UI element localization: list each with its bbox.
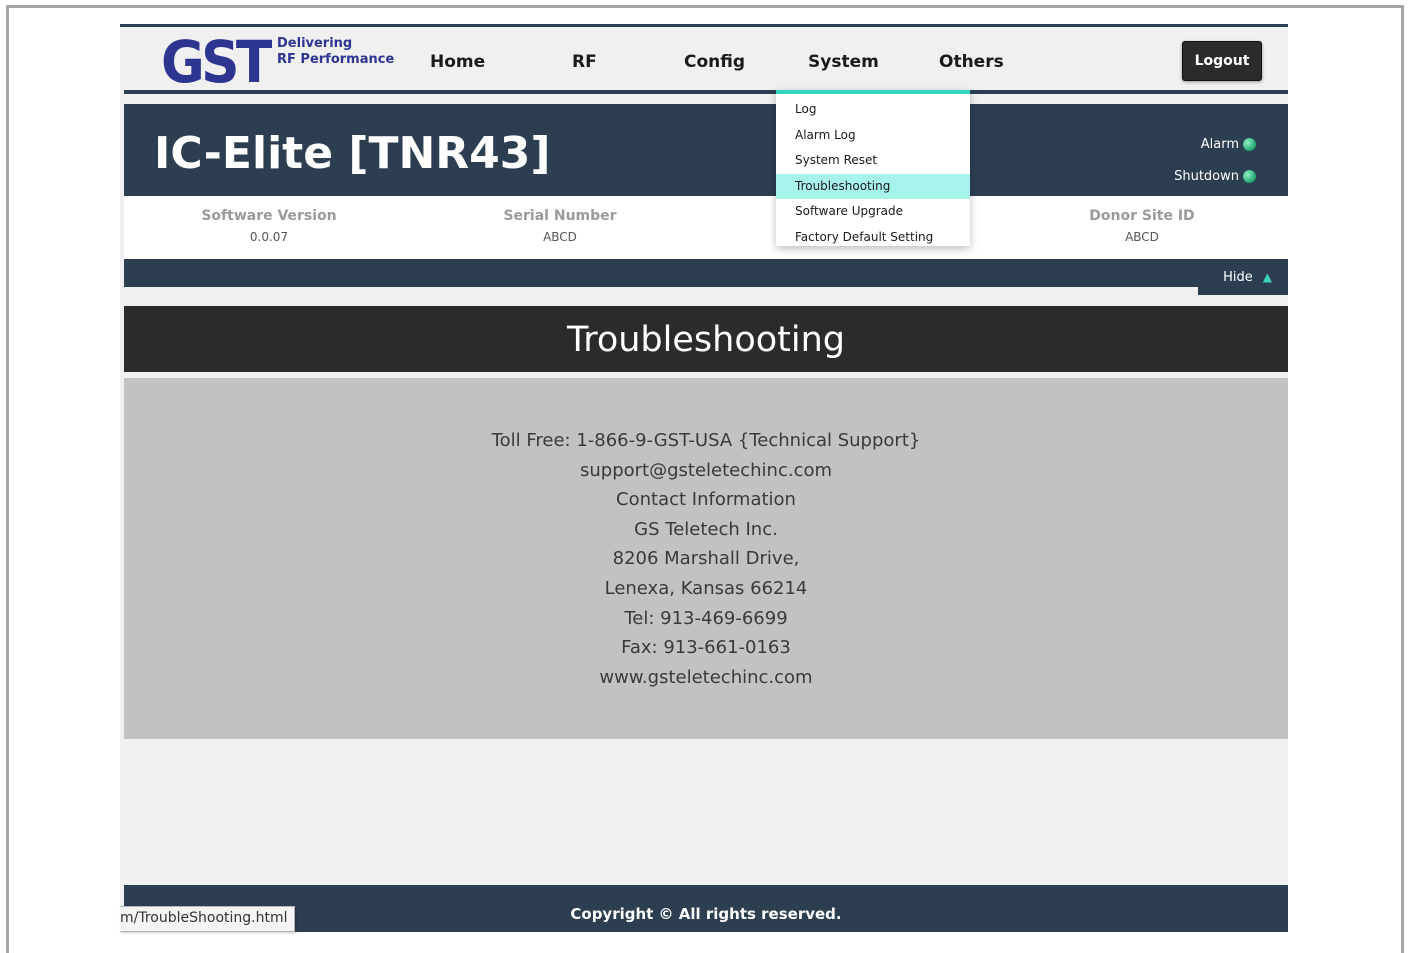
shutdown-status: Shutdown <box>1174 169 1256 184</box>
nav-home[interactable]: Home <box>430 52 485 72</box>
serial-number-label: Serial Number <box>503 208 617 224</box>
alarm-label: Alarm <box>1200 137 1239 152</box>
hide-label: Hide <box>1223 269 1253 285</box>
nav-underline <box>124 90 1288 94</box>
alarm-status: Alarm <box>1201 137 1256 152</box>
support-email[interactable]: support@gsteletechinc.com <box>124 456 1288 486</box>
top-navigation-bar: GST Delivering RF Performance Home RF Co… <box>120 24 1288 96</box>
address-street: 8206 Marshall Drive, <box>612 548 800 570</box>
device-info-strip: Software Version 0.0.07 Serial Number AB… <box>124 196 1288 259</box>
logout-button[interactable]: Logout <box>1182 41 1262 81</box>
address-city: Lenexa, Kansas 66214 <box>604 577 808 599</box>
nav-config[interactable]: Config <box>684 52 745 72</box>
alarm-led-icon <box>1243 138 1256 151</box>
logo-tagline-line1: Delivering <box>277 36 353 51</box>
website-link[interactable]: www.gsteletechinc.com <box>124 663 1288 693</box>
device-title: IC-Elite [TNR43] <box>154 128 551 179</box>
software-version-value: 0.0.07 <box>249 230 289 244</box>
logo-tagline: Delivering RF Performance <box>277 36 394 68</box>
menu-item-factory-default-setting[interactable]: Factory Default Setting <box>776 225 970 251</box>
donor-site-id-value: ABCD <box>1125 230 1159 244</box>
nav-others[interactable]: Others <box>939 52 1004 72</box>
fax-number: Fax: 913-661-0163 <box>621 637 791 659</box>
shutdown-led-icon <box>1243 170 1256 183</box>
donor-site-id-label: Donor Site ID <box>1089 208 1195 224</box>
shutdown-label: Shutdown <box>1174 169 1239 184</box>
page-title: Troubleshooting <box>124 306 1288 372</box>
company-name: GS Teletech Inc. <box>634 518 778 540</box>
menu-item-log[interactable]: Log <box>776 97 970 123</box>
nav-system[interactable]: System <box>808 52 879 72</box>
info-collapse-bar: Hide ▲ <box>124 259 1288 295</box>
nav-rf[interactable]: RF <box>572 52 597 72</box>
system-dropdown-menu: Log Alarm Log System Reset Troubleshooti… <box>776 90 970 246</box>
menu-item-alarm-log[interactable]: Alarm Log <box>776 123 970 149</box>
software-version-block: Software Version 0.0.07 <box>169 208 369 244</box>
serial-number-block: Serial Number ABCD <box>460 208 660 244</box>
browser-status-url: m/TroubleShooting.html <box>120 906 295 932</box>
hide-toggle[interactable]: Hide ▲ <box>1198 259 1288 295</box>
triangle-up-icon: ▲ <box>1262 270 1272 284</box>
gst-logo[interactable]: GST <box>161 31 272 93</box>
toll-free-line: Toll Free: 1-866-9-GST-USA {Technical Su… <box>491 430 921 451</box>
menu-item-system-reset[interactable]: System Reset <box>776 148 970 174</box>
serial-number-value: ABCD <box>543 230 577 244</box>
menu-item-software-upgrade[interactable]: Software Upgrade <box>776 199 970 225</box>
contact-heading: Contact Information <box>616 489 796 511</box>
device-banner: IC-Elite [TNR43] Alarm Shutdown <box>124 104 1288 196</box>
troubleshooting-content: Toll Free: 1-866-9-GST-USA {Technical Su… <box>124 378 1288 739</box>
logo-tagline-line2: RF Performance <box>277 52 395 67</box>
contact-info: Toll Free: 1-866-9-GST-USA {Technical Su… <box>124 426 1288 692</box>
software-version-label: Software Version <box>201 208 337 224</box>
web-page: GST Delivering RF Performance Home RF Co… <box>120 24 1288 932</box>
menu-item-troubleshooting[interactable]: Troubleshooting <box>776 173 970 199</box>
donor-site-id-block: Donor Site ID ABCD <box>1042 208 1242 244</box>
phone-number: Tel: 913-469-6699 <box>624 607 788 629</box>
footer-copyright: Copyright © All rights reserved. <box>124 885 1288 932</box>
